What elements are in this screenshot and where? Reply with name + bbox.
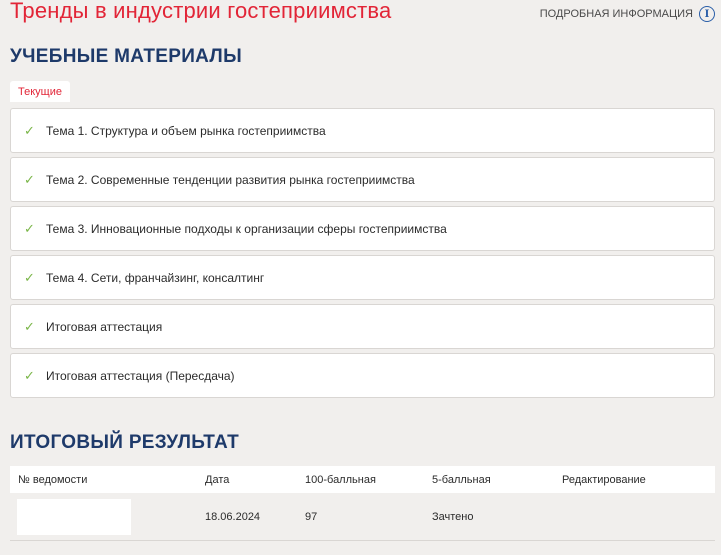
col-score100: 100-балльная bbox=[305, 466, 432, 493]
more-info-label: ПОДРОБНАЯ ИНФОРМАЦИЯ bbox=[539, 8, 693, 20]
date-cell: 18.06.2024 bbox=[205, 510, 261, 523]
col-date: Дата bbox=[205, 466, 305, 493]
statement-no-blank bbox=[17, 498, 131, 535]
topic-list: ✓ Тема 1. Структура и объем рынка гостеп… bbox=[10, 108, 715, 402]
edit-cell[interactable] bbox=[562, 493, 715, 541]
check-icon: ✓ bbox=[24, 220, 35, 236]
statement-no-cell bbox=[10, 493, 205, 541]
topic-label: Итоговая аттестация (Пересдача) bbox=[46, 368, 235, 383]
topic-label: Тема 4. Сети, франчайзинг, консалтинг bbox=[46, 270, 265, 285]
topic-item-1[interactable]: ✓ Тема 1. Структура и объем рынка гостеп… bbox=[10, 108, 715, 153]
check-icon: ✓ bbox=[24, 367, 35, 383]
col-statement-no: № ведомости bbox=[10, 466, 205, 493]
topic-item-final-retake[interactable]: ✓ Итоговая аттестация (Пересдача) bbox=[10, 353, 715, 398]
check-icon: ✓ bbox=[24, 122, 35, 138]
table-row: 18.06.2024 97 Зачтено bbox=[10, 493, 715, 541]
topic-item-3[interactable]: ✓ Тема 3. Инновационные подходы к органи… bbox=[10, 206, 715, 251]
topic-item-final[interactable]: ✓ Итоговая аттестация bbox=[10, 304, 715, 349]
col-score5: 5-балльная bbox=[432, 466, 562, 493]
tab-current[interactable]: Текущие bbox=[10, 81, 70, 102]
results-header-row: № ведомости Дата 100-балльная 5-балльная… bbox=[10, 466, 715, 493]
check-icon: ✓ bbox=[24, 171, 35, 187]
more-info-link[interactable]: ПОДРОБНАЯ ИНФОРМАЦИЯ i bbox=[540, 6, 715, 22]
check-icon: ✓ bbox=[24, 318, 35, 334]
col-edit: Редактирование bbox=[562, 466, 715, 493]
topic-label: Тема 2. Современные тенденции развития р… bbox=[46, 172, 415, 187]
check-icon: ✓ bbox=[24, 269, 35, 285]
materials-heading: УЧЕБНЫЕ МАТЕРИАЛЫ bbox=[10, 46, 242, 67]
results-table: № ведомости Дата 100-балльная 5-балльная… bbox=[10, 466, 715, 541]
course-title: Тренды в индустрии гостеприимства bbox=[10, 0, 392, 23]
topic-item-4[interactable]: ✓ Тема 4. Сети, франчайзинг, консалтинг bbox=[10, 255, 715, 300]
topic-label: Итоговая аттестация bbox=[46, 319, 163, 334]
topic-item-2[interactable]: ✓ Тема 2. Современные тенденции развития… bbox=[10, 157, 715, 202]
score100-cell: 97 bbox=[305, 510, 318, 523]
topic-label: Тема 1. Структура и объем рынка гостепри… bbox=[46, 123, 326, 138]
topic-label: Тема 3. Инновационные подходы к организа… bbox=[46, 221, 447, 236]
results-heading: ИТОГОВЫЙ РЕЗУЛЬТАТ bbox=[10, 432, 240, 453]
score5-cell: Зачтено bbox=[432, 510, 474, 523]
info-icon[interactable]: i bbox=[699, 6, 715, 22]
